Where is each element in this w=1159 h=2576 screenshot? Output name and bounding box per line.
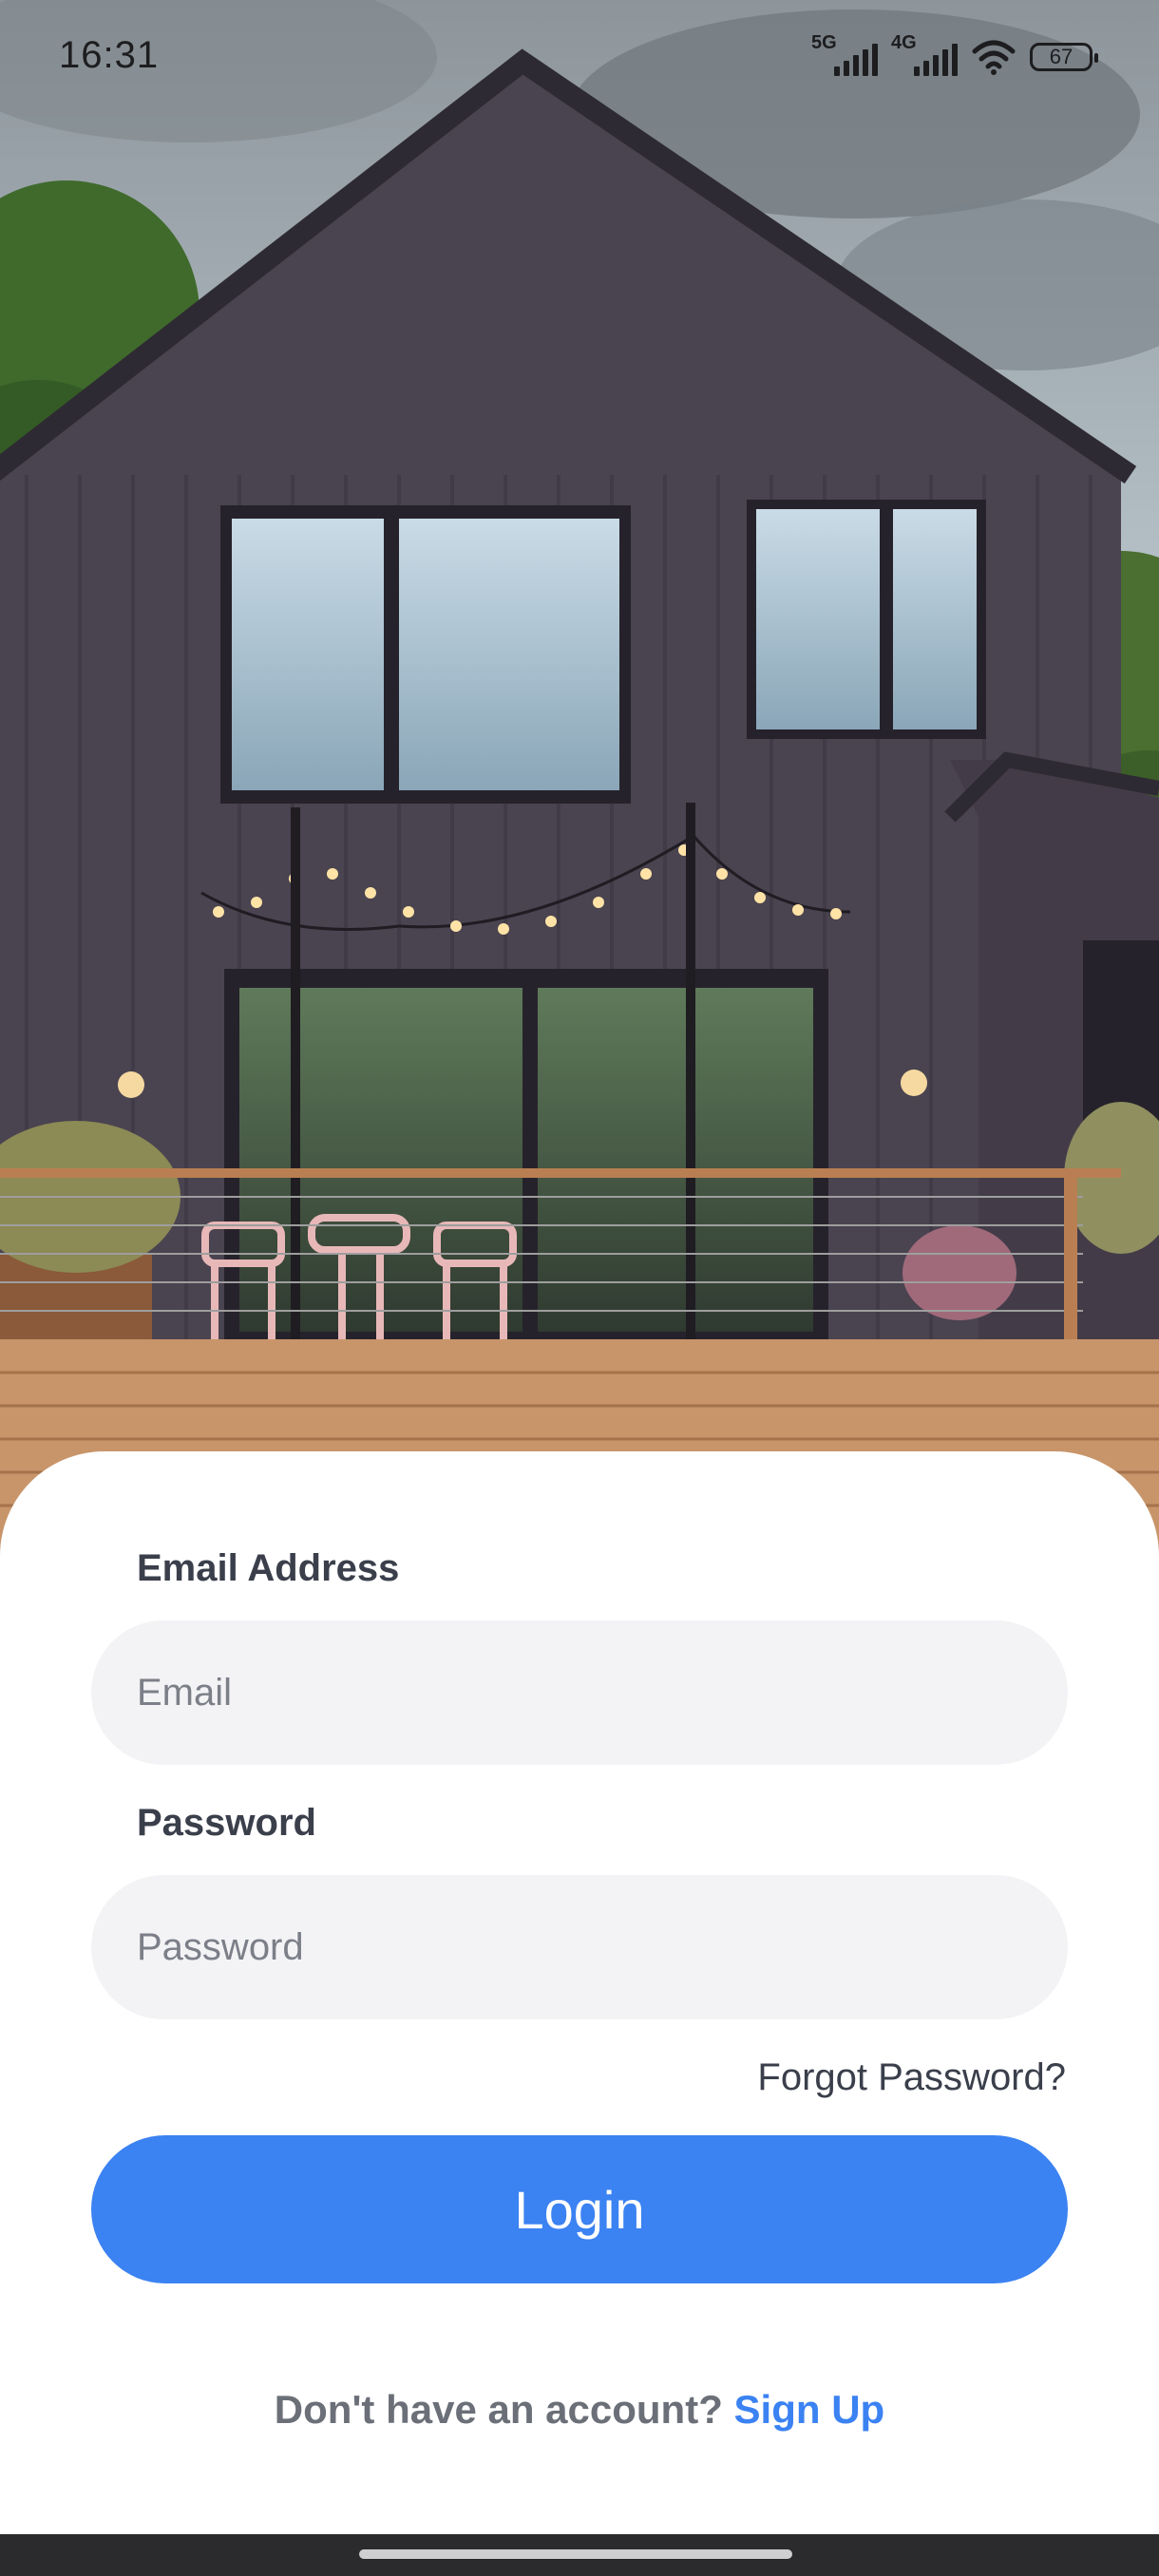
system-nav-bar	[0, 2534, 1159, 2576]
password-label: Password	[137, 1802, 316, 1844]
hero-house-image	[0, 0, 1159, 1558]
password-input[interactable]	[91, 1875, 1068, 2019]
signal-icon: 4G	[891, 32, 958, 76]
login-button[interactable]: Login	[91, 2135, 1068, 2283]
network-type-label: 5G	[811, 32, 837, 53]
forgot-password-link[interactable]: Forgot Password?	[757, 2056, 1066, 2099]
home-indicator[interactable]	[359, 2549, 792, 2559]
status-time: 16:31	[59, 34, 160, 76]
signup-link[interactable]: Sign Up	[734, 2387, 885, 2432]
network-type-label: 4G	[891, 32, 917, 53]
battery-level: 67	[1049, 45, 1074, 68]
email-input[interactable]	[91, 1620, 1068, 1765]
signal-icon: 5G	[811, 32, 878, 76]
signup-prompt: Don't have an account?	[274, 2387, 723, 2432]
wifi-icon	[972, 40, 1016, 75]
house-illustration	[0, 0, 1159, 1558]
signup-row: Don't have an account? Sign Up	[0, 2387, 1159, 2433]
status-bar: 16:31 5G 4G 67	[0, 0, 1159, 114]
email-label: Email Address	[137, 1547, 400, 1589]
status-icons: 5G 4G 67	[811, 32, 1098, 78]
battery-icon: 67	[1030, 43, 1098, 71]
